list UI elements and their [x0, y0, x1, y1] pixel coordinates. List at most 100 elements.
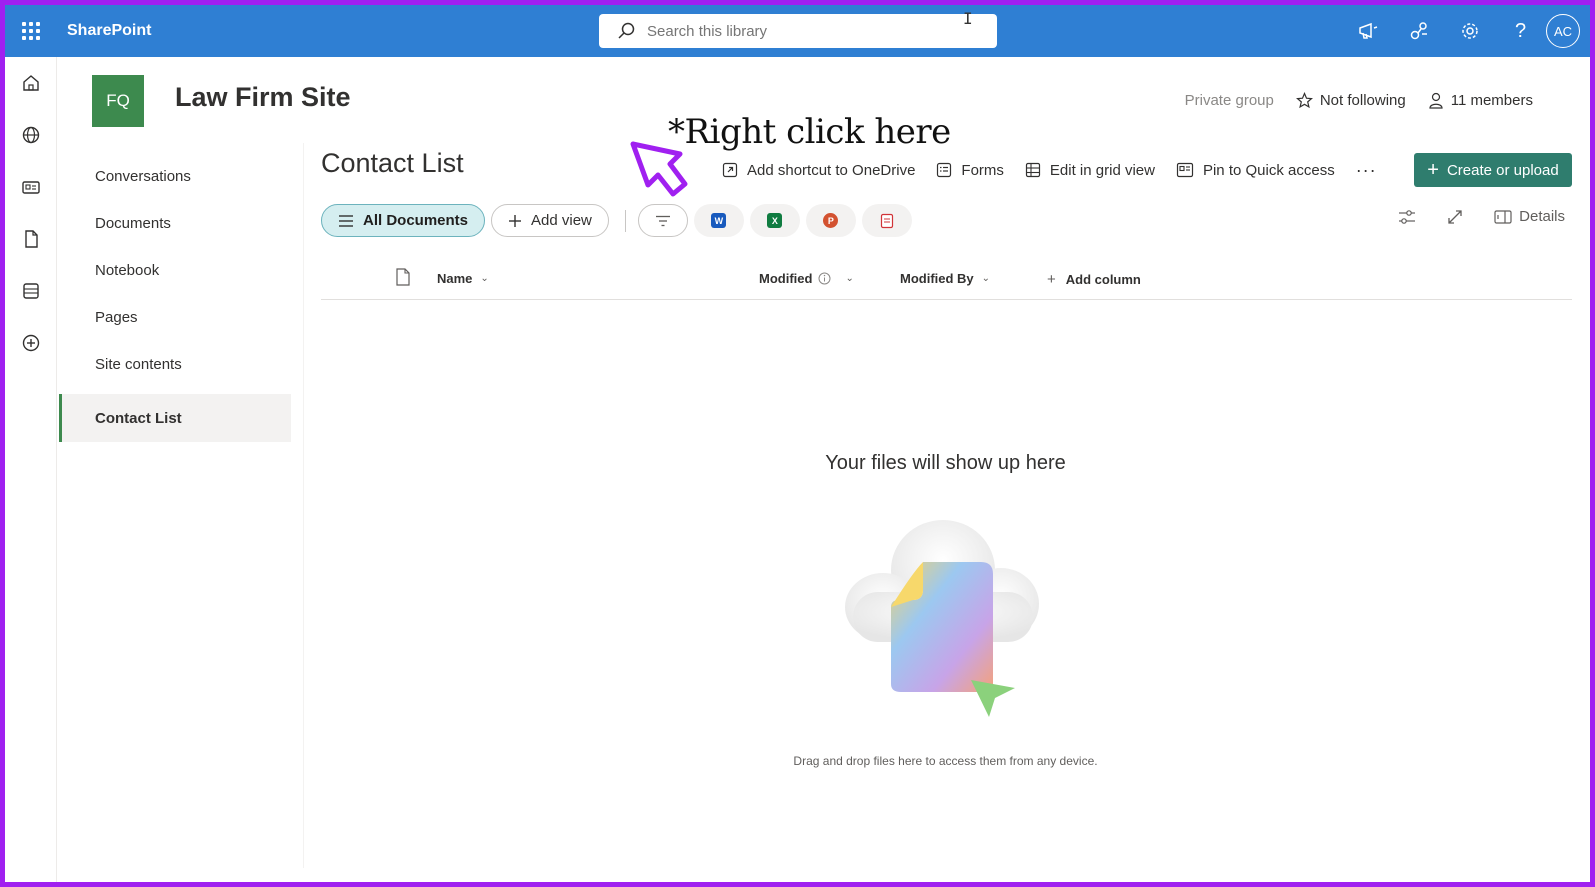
nav-item-contact-list[interactable]: Contact List	[59, 394, 291, 442]
privacy-label: Private group	[1184, 92, 1274, 109]
person-icon	[1429, 92, 1443, 109]
sliders-icon	[1399, 209, 1416, 224]
create-or-upload-label: Create or upload	[1446, 161, 1559, 179]
command-bar: Add shortcut to OneDrive Forms Edit in g…	[722, 155, 1407, 185]
site-navigation: Conversations Documents Notebook Pages S…	[59, 153, 291, 442]
members-label: 11 members	[1450, 92, 1533, 109]
view-switcher: All Documents Add view W X P	[321, 204, 918, 237]
megaphone-icon	[1358, 22, 1377, 39]
share-network-button[interactable]	[1393, 5, 1444, 57]
cloud-files-illustration-icon	[845, 520, 1039, 717]
powerpoint-icon: P	[823, 213, 839, 228]
word-icon: W	[711, 213, 727, 228]
add-circle-icon	[22, 334, 40, 352]
views-separator	[624, 209, 626, 232]
column-header-row: Name ⌄ Modified ⌄ Modified By ⌄ + Add co…	[321, 262, 1572, 300]
suite-bar: SharePoint I	[5, 5, 1590, 57]
column-modified[interactable]: Modified ⌄	[759, 271, 854, 286]
new-powerpoint-button[interactable]: P	[805, 204, 856, 237]
add-shortcut-button[interactable]: Add shortcut to OneDrive	[722, 155, 915, 185]
view-all-documents[interactable]: All Documents	[321, 204, 486, 237]
news-icon	[22, 181, 40, 194]
column-file-type[interactable]	[395, 268, 411, 286]
forms-icon	[937, 162, 952, 178]
annotation-text: *Right click here	[668, 112, 951, 152]
edit-grid-view-label: Edit in grid view	[1049, 161, 1155, 179]
pin-quick-access-button[interactable]: Pin to Quick access	[1176, 155, 1335, 185]
rail-files[interactable]	[5, 213, 57, 265]
view-all-documents-label: All Documents	[363, 212, 469, 229]
column-modified-label: Modified	[759, 271, 813, 286]
user-avatar[interactable]: AC	[1546, 14, 1580, 48]
help-button[interactable]: ?	[1495, 5, 1546, 57]
globe-icon	[22, 126, 40, 144]
rail-create[interactable]	[5, 317, 57, 369]
create-or-upload-button[interactable]: + Create or upload	[1414, 153, 1572, 187]
nav-item-notebook[interactable]: Notebook	[59, 247, 291, 294]
rail-home[interactable]	[5, 57, 57, 109]
empty-state-title: Your files will show up here	[825, 452, 1066, 474]
search-input[interactable]	[647, 22, 977, 40]
column-modified-by-label: Modified By	[900, 271, 974, 286]
nav-item-site-contents[interactable]: Site contents	[59, 341, 291, 388]
gear-icon	[1461, 23, 1478, 39]
add-column-button[interactable]: + Add column	[1047, 271, 1141, 288]
pin-icon	[1176, 162, 1194, 178]
home-icon	[23, 75, 39, 91]
column-name-label: Name	[437, 271, 473, 286]
settings-button[interactable]	[1444, 5, 1495, 57]
site-logo[interactable]: FQ	[92, 75, 144, 127]
library-title: Contact List	[321, 148, 464, 178]
question-icon: ?	[1514, 19, 1527, 42]
edit-grid-view-button[interactable]: Edit in grid view	[1025, 155, 1155, 185]
details-pane-icon	[1494, 209, 1512, 224]
rail-sites[interactable]	[5, 109, 57, 161]
column-name[interactable]: Name ⌄	[437, 271, 489, 286]
new-word-button[interactable]: W	[693, 204, 744, 237]
search-icon	[618, 22, 635, 39]
list-view-icon	[339, 214, 353, 227]
rail-news[interactable]	[5, 161, 57, 213]
forms-label: Forms	[961, 161, 1004, 179]
add-column-label: Add column	[1065, 272, 1141, 287]
grid-icon	[1025, 162, 1041, 178]
column-modified-by[interactable]: Modified By ⌄	[900, 271, 990, 286]
site-meta: Private group Not following 11 members	[1163, 92, 1533, 109]
members-button[interactable]: 11 members	[1428, 92, 1533, 109]
chevron-down-icon: ⌄	[480, 273, 489, 284]
plus-icon	[509, 214, 522, 227]
view-tools: Details	[1374, 208, 1565, 225]
more-options-button[interactable]: ···	[1356, 160, 1377, 181]
expand-button[interactable]	[1447, 209, 1470, 225]
details-label: Details	[1519, 208, 1565, 225]
app-launcher-button[interactable]	[5, 5, 57, 57]
follow-label: Not following	[1319, 92, 1406, 109]
share-network-icon	[1410, 22, 1427, 40]
info-icon	[818, 272, 831, 285]
list-icon	[23, 283, 39, 299]
feedback-button[interactable]	[1342, 5, 1393, 57]
details-button[interactable]: Details	[1494, 208, 1565, 225]
file-icon	[25, 230, 38, 248]
nav-item-pages[interactable]: Pages	[59, 294, 291, 341]
rail-lists[interactable]	[5, 265, 57, 317]
nav-item-documents[interactable]: Documents	[59, 200, 291, 247]
follow-button[interactable]: Not following	[1295, 92, 1406, 109]
view-options-button[interactable]	[1398, 209, 1423, 225]
site-title[interactable]: Law Firm Site	[175, 82, 351, 113]
forms-button[interactable]: Forms	[936, 155, 1004, 185]
excel-icon: X	[767, 213, 783, 228]
brand-name[interactable]: SharePoint	[67, 22, 151, 40]
filter-button[interactable]	[637, 204, 688, 237]
plus-icon: +	[1427, 159, 1439, 181]
filter-icon	[655, 215, 670, 226]
new-excel-button[interactable]: X	[749, 204, 800, 237]
search-box[interactable]	[599, 14, 997, 48]
nav-item-conversations[interactable]: Conversations	[59, 153, 291, 200]
expand-icon	[1448, 209, 1462, 224]
waffle-icon	[22, 22, 40, 40]
add-shortcut-label: Add shortcut to OneDrive	[747, 161, 916, 179]
add-view-button[interactable]: Add view	[491, 204, 609, 237]
new-forms-button[interactable]	[861, 204, 912, 237]
plus-icon: +	[1047, 271, 1056, 288]
